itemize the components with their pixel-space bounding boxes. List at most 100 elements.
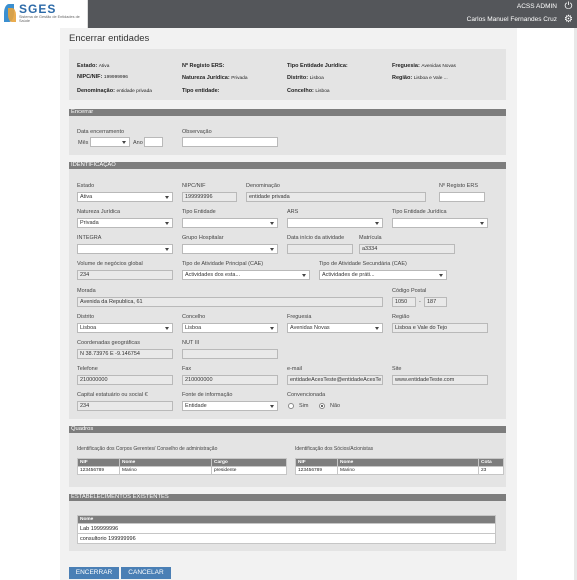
convencionada-nao-radio[interactable]	[319, 403, 325, 409]
table-cell: Marino	[337, 466, 479, 475]
table-row[interactable]: Lab 199999996	[77, 523, 496, 534]
summary-regiao: Região: Lisboa e Vale ...	[392, 75, 448, 81]
summary-registo: Nº Registo ERS:	[182, 63, 225, 69]
matricula-label: Matrícula	[359, 235, 382, 241]
codigo-postal-2[interactable]: 187	[424, 297, 447, 307]
mes-select[interactable]	[90, 137, 130, 147]
morada-field[interactable]: Avenida da Republica, 61	[77, 297, 383, 307]
nipc-label: NIPC/NIF	[182, 183, 206, 189]
summary-nipc: NIPC/NIF: 199999996	[77, 74, 128, 80]
cae-secundaria-select[interactable]: Actividades de práti...	[319, 270, 447, 280]
cancelar-button[interactable]: CANCELAR	[121, 567, 171, 579]
volume-field[interactable]: 234	[77, 270, 173, 280]
data-encerramento-label: Data encerramento	[77, 129, 125, 135]
column-header: Cota	[478, 458, 504, 467]
table-row[interactable]: 123456789 Marino presidente	[77, 466, 287, 475]
distrito-select[interactable]: Lisboa	[77, 323, 173, 333]
column-header: Nome	[119, 458, 212, 467]
cae-principal-select[interactable]: Actividades dos esta...	[182, 270, 310, 280]
table-row[interactable]: consultorio 199999996	[77, 533, 496, 544]
integra-select[interactable]	[77, 244, 173, 254]
coordenadas-label: Coordenadas geográficas	[77, 340, 140, 346]
gear-icon[interactable]: ⚙	[562, 14, 575, 26]
convencionada-label: Convencionada	[287, 392, 326, 398]
column-header: NIF	[77, 458, 120, 467]
coordenadas-field[interactable]: N 38.73976 E -9.146754	[77, 349, 173, 359]
section-identificacao-header: IDENTIFICAÇÃO	[69, 162, 506, 169]
nut-label: NUT III	[182, 340, 200, 346]
registo-field[interactable]	[439, 192, 485, 202]
grupo-select[interactable]	[182, 244, 278, 254]
user-role: ACSS ADMIN	[516, 3, 557, 10]
summary-tipo-juridica: Tipo Entidade Jurídica:	[287, 63, 348, 69]
user-name[interactable]: Carlos Manuel Fernandes Cruz	[467, 16, 557, 23]
codigo-postal-label: Código Postal	[392, 288, 427, 294]
ars-select[interactable]	[287, 218, 383, 228]
table-cell: presidente	[211, 466, 287, 475]
table-cell: 123456789	[77, 466, 120, 475]
concelho-label: Concelho	[182, 314, 206, 320]
column-header: Nome	[77, 515, 496, 524]
matricula-field[interactable]: a3334	[359, 244, 455, 254]
section-estabelecimentos-header: ESTABELECIMENTOS EXISTENTES	[69, 494, 506, 501]
convencionada-sim-radio[interactable]	[288, 403, 294, 409]
summary-estado: Estado: Ativa	[77, 63, 110, 69]
morada-label: Morada	[77, 288, 96, 294]
tipo-entidade-label: Tipo Entidade	[182, 209, 216, 215]
logo-subtitle: Sistema de Gestão de Entidades de Saúde	[19, 15, 80, 24]
email-label: e-mail	[287, 366, 302, 372]
section-encerrar-header: Encerrar	[69, 109, 506, 116]
observacao-label: Observação	[182, 129, 212, 135]
gerentes-title: Identificação dos Corpos Gerentes/ Conse…	[77, 446, 218, 452]
site-field[interactable]: www.entidadeTeste.com	[392, 375, 488, 385]
summary-denominacao: Denominação: entidade privada	[77, 88, 152, 94]
summary-distrito: Distrito: Lisboa	[287, 75, 324, 81]
natureza-select[interactable]: Privada	[77, 218, 173, 228]
summary-freguesia: Freguesia: Avenidas Novas	[392, 63, 456, 69]
cae-principal-label: Tipo de Atividade Principal (CAE)	[182, 261, 264, 267]
section-quadros-header: Quadros	[69, 426, 506, 433]
email-field[interactable]: entidadeAcesTeste@entidadeAcesTe	[287, 375, 383, 385]
concelho-select[interactable]: Lisboa	[182, 323, 278, 333]
estado-select[interactable]: Ativa	[77, 192, 173, 202]
estabelecimentos-table: Nome Lab 199999996 consultorio 199999996	[77, 515, 496, 544]
summary-tipo: Tipo entidade:	[182, 88, 220, 94]
distrito-label: Distrito	[77, 314, 95, 320]
logo-mark-accent	[8, 8, 16, 22]
site-label: Site	[392, 366, 402, 372]
capital-label: Capital estatuário ou social €	[77, 392, 148, 398]
observacao-input[interactable]	[182, 137, 278, 147]
power-icon[interactable]: ⏻	[562, 1, 575, 13]
summary-concelho: Concelho: Lisboa	[287, 88, 330, 94]
inicio-atividade-label: Data início da atividade	[287, 235, 345, 241]
table-cell: Marino	[119, 466, 212, 475]
page-title: Encerrar entidades	[69, 33, 150, 44]
freguesia-label: Freguesia	[287, 314, 312, 320]
registo-label: Nº Registo ERS	[439, 183, 478, 189]
tipo-entidade-select[interactable]	[182, 218, 278, 228]
encerrar-button[interactable]: ENCERRAR	[69, 567, 119, 579]
app-logo[interactable]: SGES Sistema de Gestão de Entidades de S…	[0, 0, 88, 28]
cae-secundaria-label: Tipo de Atividade Secundária (CAE)	[319, 261, 407, 267]
freguesia-select[interactable]: Avenidas Novas	[287, 323, 383, 333]
table-cell: Lab 199999996	[77, 523, 496, 534]
section-encerrar	[69, 116, 506, 155]
socios-table: NIF Nome Cota 123456789 Marino 23	[295, 458, 504, 475]
ano-input[interactable]	[144, 137, 163, 147]
fax-field[interactable]: 210000000	[182, 375, 278, 385]
inicio-atividade-field[interactable]	[287, 244, 353, 254]
column-header: Nome	[337, 458, 479, 467]
telefone-field[interactable]: 210000000	[77, 375, 173, 385]
estabelecimentos-table-header: Nome	[77, 515, 496, 524]
nipc-field[interactable]: 199999996	[182, 192, 237, 202]
logo-name: SGES	[19, 2, 57, 16]
fonte-select[interactable]: Entidade	[182, 401, 278, 411]
regiao-field[interactable]: Lisboa e Vale do Tejo	[392, 323, 488, 333]
tipo-juridica-select[interactable]	[392, 218, 488, 228]
capital-field[interactable]: 234	[77, 401, 173, 411]
nut-field[interactable]	[182, 349, 278, 359]
fax-label: Fax	[182, 366, 192, 372]
table-row[interactable]: 123456789 Marino 23	[295, 466, 504, 475]
denominacao-field[interactable]: entidade privada	[246, 192, 426, 202]
codigo-postal-1[interactable]: 1050	[392, 297, 416, 307]
